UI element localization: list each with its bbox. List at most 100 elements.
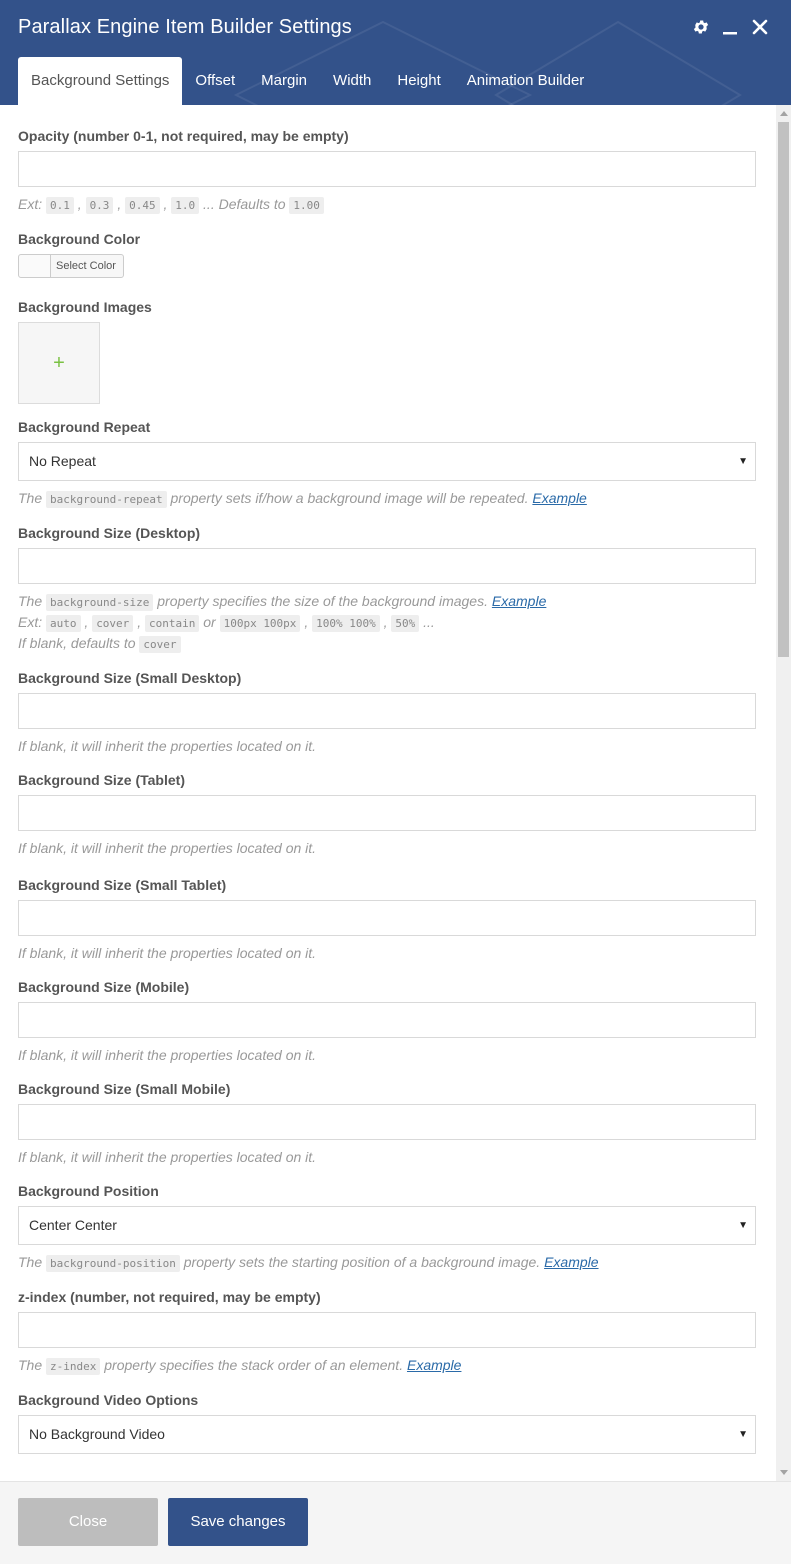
bg-size-tablet-label: Background Size (Tablet) [18, 772, 185, 788]
dialog-header: Parallax Engine Item Builder Settings Ba… [0, 0, 791, 105]
bg-size-mobile-input[interactable] [18, 1002, 756, 1038]
help-text: The [18, 1357, 43, 1373]
ext-value: cover [92, 615, 134, 632]
bg-position-select[interactable]: Center Center ▼ [18, 1206, 756, 1245]
example-link[interactable]: Example [407, 1357, 461, 1373]
bg-repeat-select[interactable]: No Repeat ▼ [18, 442, 756, 481]
bg-video-value: No Background Video [29, 1426, 165, 1442]
bg-size-small-tablet-label: Background Size (Small Tablet) [18, 877, 227, 893]
close-button[interactable]: Close [18, 1498, 158, 1546]
opacity-label: Opacity (number 0-1, not required, may b… [18, 128, 349, 144]
chevron-down-icon: ▼ [738, 1220, 748, 1231]
bg-size-small-desktop-input[interactable] [18, 693, 756, 729]
bg-size-small-desktop-help: If blank, it will inherit the properties… [18, 738, 317, 754]
bg-images-label: Background Images [18, 299, 152, 315]
z-index-input[interactable] [18, 1312, 756, 1348]
opacity-help: Ext: 0.1 , 0.3 , 0.45 , 1.0 ... Defaults… [18, 196, 324, 214]
add-image-button[interactable]: + [18, 322, 100, 404]
tab-animation-builder[interactable]: Animation Builder [454, 57, 598, 105]
opacity-default: 1.00 [289, 197, 324, 214]
bg-position-help: The background-position property sets th… [18, 1254, 599, 1272]
help-text: property sets if/how a background image … [170, 490, 529, 506]
bg-video-select[interactable]: No Background Video ▼ [18, 1415, 756, 1454]
opacity-example: 0.45 [125, 197, 160, 214]
bg-position-label: Background Position [18, 1183, 159, 1199]
tab-width[interactable]: Width [320, 57, 384, 105]
opacity-help-prefix: Ext: [18, 196, 43, 212]
z-index-label: z-index (number, not required, may be em… [18, 1289, 321, 1305]
ext-label: Ext: [18, 614, 43, 630]
tab-offset[interactable]: Offset [182, 57, 248, 105]
example-link[interactable]: Example [532, 490, 586, 506]
example-link[interactable]: Example [492, 593, 546, 609]
example-link[interactable]: Example [544, 1254, 598, 1270]
dialog-footer: Close Save changes [0, 1481, 791, 1564]
bg-size-desktop-label: Background Size (Desktop) [18, 525, 201, 541]
close-icon[interactable] [750, 17, 770, 37]
select-color-button[interactable]: Select Color [18, 254, 124, 278]
bg-size-desktop-blank: If blank, defaults to cover [18, 635, 181, 653]
ext-value: auto [46, 615, 81, 632]
bg-repeat-value: No Repeat [29, 453, 96, 469]
save-changes-button[interactable]: Save changes [168, 1498, 308, 1546]
opacity-example: 0.3 [85, 197, 114, 214]
help-text: The [18, 593, 43, 609]
bg-size-small-tablet-help: If blank, it will inherit the properties… [18, 945, 317, 961]
bg-size-desktop-ext: Ext: auto , cover , contain or 100px 100… [18, 614, 435, 632]
z-index-help: The z-index property specifies the stack… [18, 1357, 461, 1375]
tab-bar: Background Settings Offset Margin Width … [18, 57, 597, 105]
help-text: If blank, defaults to [18, 635, 136, 651]
help-code: cover [139, 636, 181, 653]
ext-tail: ... [423, 614, 435, 630]
help-text: property specifies the size of the backg… [157, 593, 488, 609]
opacity-help-defaults: ... Defaults to [203, 196, 286, 212]
scroll-up-icon[interactable] [780, 111, 788, 116]
chevron-down-icon: ▼ [738, 1429, 748, 1440]
bg-size-mobile-label: Background Size (Mobile) [18, 979, 190, 995]
content-scrollbar[interactable] [776, 105, 791, 1481]
ext-value: 100% 100% [312, 615, 380, 632]
ext-or: or [203, 614, 216, 630]
opacity-example: 0.1 [46, 197, 74, 214]
color-swatch [19, 255, 51, 277]
bg-video-label: Background Video Options [18, 1392, 199, 1408]
bg-size-tablet-help: If blank, it will inherit the properties… [18, 840, 317, 856]
bg-size-small-mobile-input[interactable] [18, 1104, 756, 1140]
help-text: The [18, 1254, 43, 1270]
help-text: property specifies the stack order of an… [104, 1357, 404, 1373]
scroll-down-icon[interactable] [780, 1470, 788, 1475]
settings-content: Opacity (number 0-1, not required, may b… [0, 105, 791, 1481]
ext-value: 50% [391, 615, 420, 632]
bg-size-small-mobile-label: Background Size (Small Mobile) [18, 1081, 231, 1097]
tab-margin[interactable]: Margin [248, 57, 320, 105]
bg-size-desktop-input[interactable] [18, 548, 756, 584]
bg-size-tablet-input[interactable] [18, 795, 756, 831]
bg-size-mobile-help: If blank, it will inherit the properties… [18, 1047, 317, 1063]
chevron-down-icon: ▼ [738, 456, 748, 467]
bg-size-small-desktop-label: Background Size (Small Desktop) [18, 670, 242, 686]
opacity-example: 1.0 [171, 197, 200, 214]
help-text: property sets the starting position of a… [183, 1254, 541, 1270]
plus-icon: + [53, 351, 65, 374]
bg-color-label: Background Color [18, 231, 141, 247]
gear-icon[interactable] [691, 17, 711, 37]
bg-size-small-mobile-help: If blank, it will inherit the properties… [18, 1149, 317, 1165]
bg-repeat-label: Background Repeat [18, 419, 151, 435]
minimize-icon[interactable] [720, 17, 740, 37]
scroll-thumb[interactable] [778, 122, 789, 657]
bg-size-desktop-help: The background-size property specifies t… [18, 593, 546, 611]
bg-position-value: Center Center [29, 1217, 117, 1233]
bg-size-small-tablet-input[interactable] [18, 900, 756, 936]
ext-value: 100px 100px [219, 615, 301, 632]
tab-background-settings[interactable]: Background Settings [18, 57, 183, 105]
ext-value: contain [144, 615, 200, 632]
bg-repeat-help: The background-repeat property sets if/h… [18, 490, 587, 508]
help-code: z-index [46, 1358, 101, 1375]
tab-height[interactable]: Height [384, 57, 453, 105]
opacity-input[interactable] [18, 151, 756, 187]
help-code: background-repeat [46, 491, 167, 508]
dialog-title: Parallax Engine Item Builder Settings [18, 16, 352, 38]
help-code: background-size [46, 594, 154, 611]
help-text: The [18, 490, 43, 506]
help-code: background-position [46, 1255, 180, 1272]
